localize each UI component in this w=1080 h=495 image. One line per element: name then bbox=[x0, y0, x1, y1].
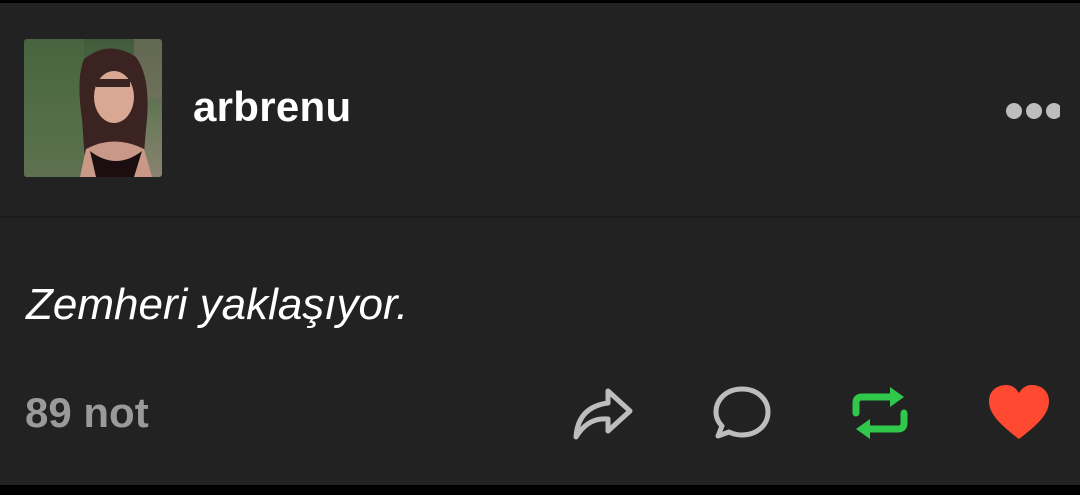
share-button[interactable] bbox=[570, 383, 636, 443]
post-header: arbrenu bbox=[0, 3, 1080, 216]
header-divider bbox=[0, 216, 1080, 218]
post-text: Zemheri yaklaşıyor. bbox=[26, 280, 409, 329]
reblog-icon bbox=[852, 387, 908, 439]
like-button[interactable] bbox=[986, 383, 1052, 443]
avatar-photo bbox=[24, 39, 162, 177]
post-card: arbrenu Zemheri yaklaşıyor. 89 not bbox=[0, 3, 1080, 485]
avatar[interactable] bbox=[24, 39, 162, 177]
reblog-button[interactable] bbox=[848, 383, 912, 443]
notes-count[interactable]: 89 not bbox=[25, 389, 149, 437]
bottom-edge bbox=[0, 485, 1080, 495]
ellipsis-icon[interactable] bbox=[1000, 99, 1062, 123]
speech-bubble-icon bbox=[713, 386, 771, 439]
share-arrow-icon bbox=[573, 388, 633, 440]
username[interactable]: arbrenu bbox=[193, 83, 351, 131]
reply-button[interactable] bbox=[712, 383, 772, 443]
heart-icon bbox=[989, 385, 1049, 439]
